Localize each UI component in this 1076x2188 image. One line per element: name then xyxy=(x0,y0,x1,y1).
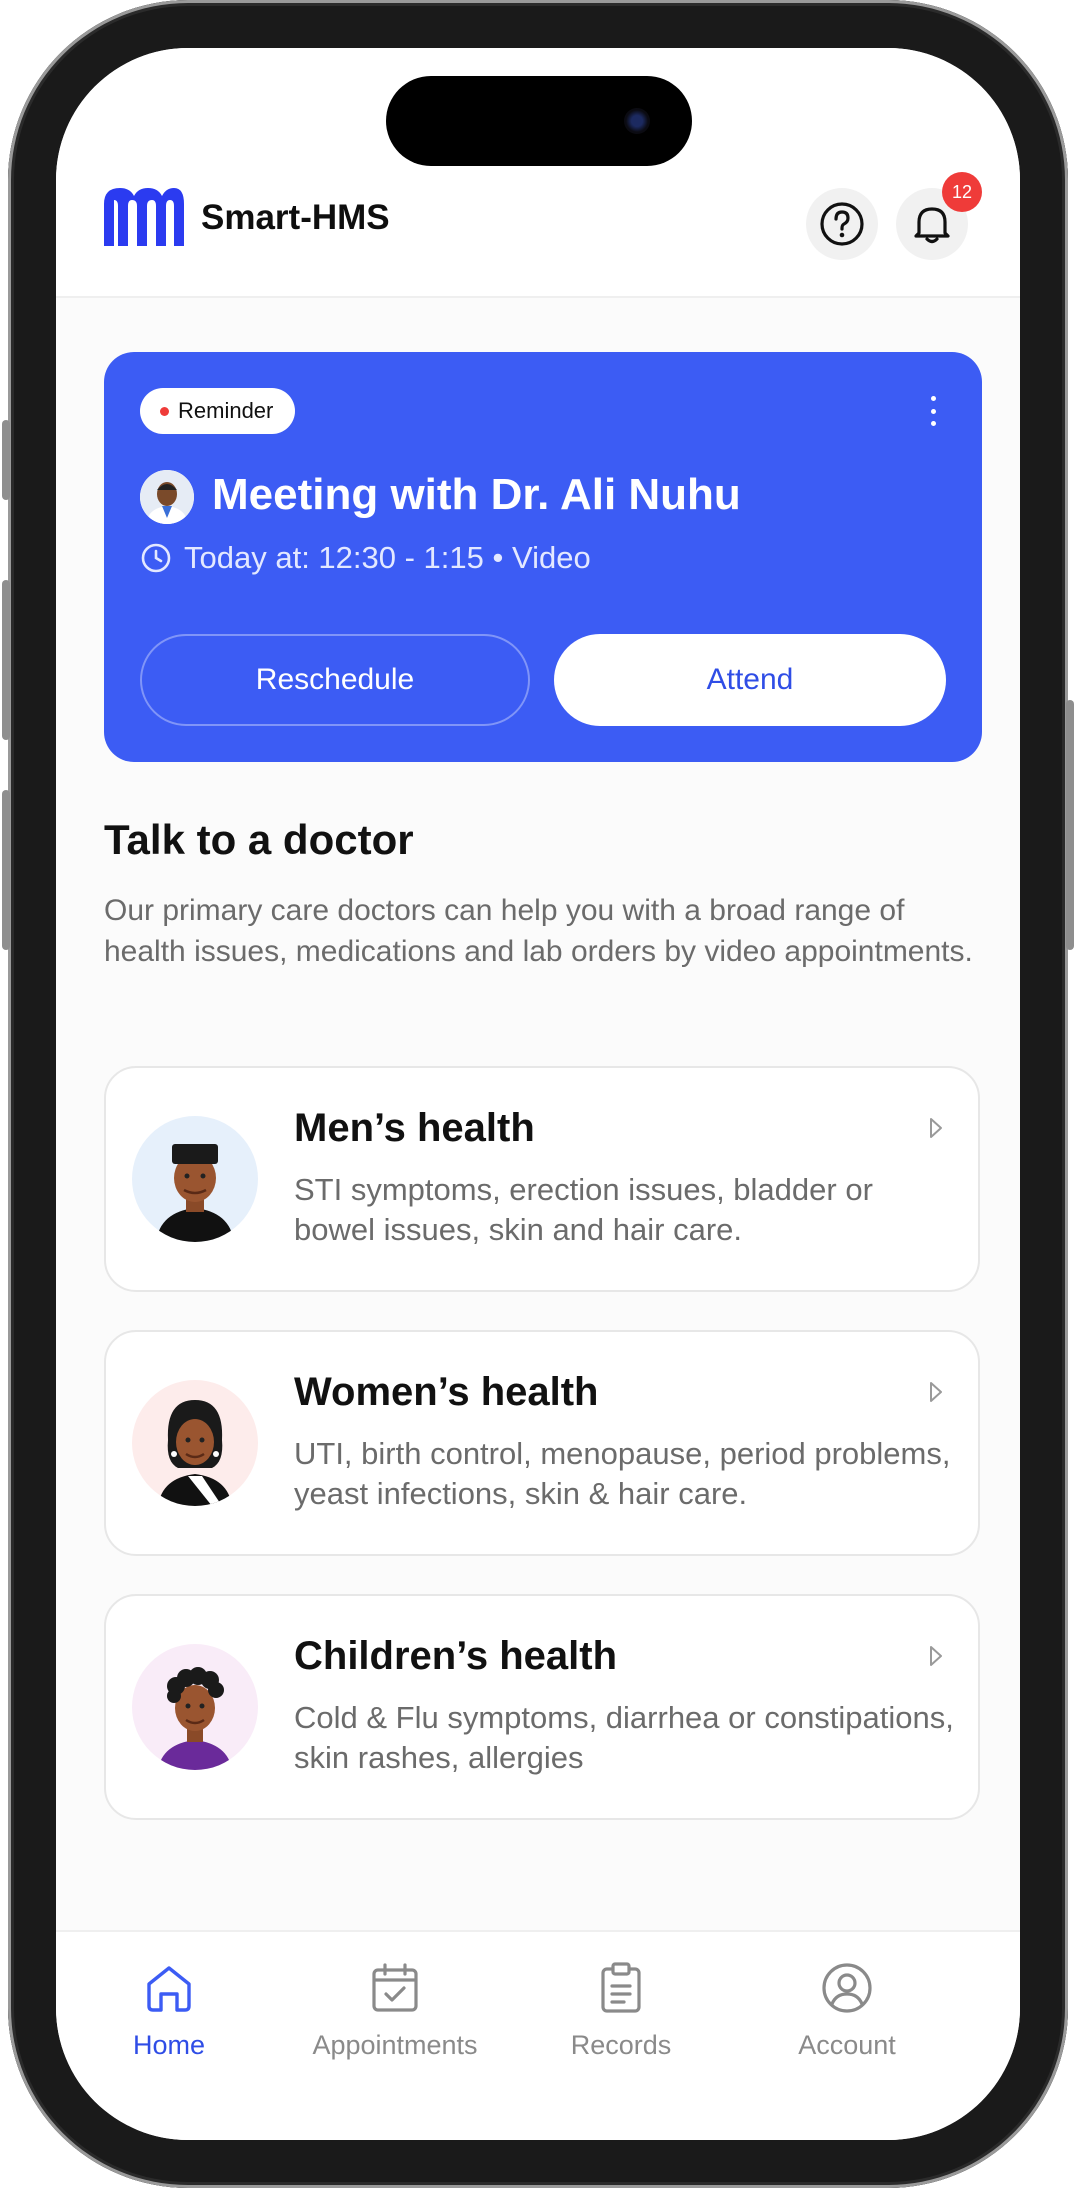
reminder-dot xyxy=(160,407,169,416)
nav-label: Appointments xyxy=(312,2030,478,2060)
reschedule-button[interactable]: Reschedule xyxy=(140,634,530,726)
category-description: Cold & Flu symptoms, diarrhea or constip… xyxy=(294,1700,954,1775)
calendar-check-icon xyxy=(372,1963,418,2012)
nav-label: Records xyxy=(570,2030,672,2060)
more-options-icon[interactable] xyxy=(928,396,938,426)
chevron-right-icon xyxy=(930,1118,942,1138)
help-circle-icon xyxy=(820,202,864,246)
power-button xyxy=(1066,700,1074,950)
reminder-label: Reminder xyxy=(178,398,274,423)
home-icon xyxy=(147,1966,191,2012)
category-card-womens-health[interactable]: Women’s health UTI, birth control, menop… xyxy=(104,1330,980,1556)
logo-icon xyxy=(104,188,184,246)
chevron-right-icon xyxy=(930,1646,942,1666)
clipboard-icon xyxy=(601,1962,641,2013)
section-title: Talk to a doctor xyxy=(104,816,414,863)
nav-label: Home xyxy=(132,2030,206,2060)
attend-button[interactable]: Attend xyxy=(554,634,946,726)
childrens-health-avatar xyxy=(132,1644,258,1770)
category-description: STI symptoms, erection issues, bladder o… xyxy=(294,1172,873,1247)
screen: Smart-HMS 12 Reminder Meeting with Dr. A… xyxy=(56,48,1020,2140)
bell-icon xyxy=(914,207,950,244)
notification-badge: 12 xyxy=(942,172,982,212)
volume-up-button xyxy=(2,580,10,740)
section-description: Our primary care doctors can help you wi… xyxy=(104,894,973,968)
help-button[interactable] xyxy=(806,188,878,260)
user-circle-icon xyxy=(822,1963,872,2013)
category-description: UTI, birth control, menopause, period pr… xyxy=(294,1436,951,1511)
category-card-mens-health[interactable]: Men’s health STI symptoms, erection issu… xyxy=(104,1066,980,1292)
nav-home[interactable]: Home xyxy=(56,1960,282,2110)
mens-health-avatar xyxy=(132,1116,258,1242)
meeting-time: Today at: 12:30 - 1:15 • Video xyxy=(140,540,591,576)
nav-records[interactable]: Records xyxy=(508,1960,734,2110)
meeting-time-text: Today at: 12:30 - 1:15 • Video xyxy=(184,540,591,575)
action-button xyxy=(2,420,10,500)
nav-appointments[interactable]: Appointments xyxy=(282,1960,508,2110)
dynamic-island xyxy=(386,76,692,166)
app-name: Smart-HMS xyxy=(201,198,390,237)
volume-down-button xyxy=(2,790,10,950)
category-title: Men’s health xyxy=(294,1106,535,1150)
nav-label: Account xyxy=(798,2030,896,2060)
womens-health-avatar xyxy=(132,1380,258,1506)
reminder-pill: Reminder xyxy=(140,388,296,434)
category-card-childrens-health[interactable]: Children’s health Cold & Flu symptoms, d… xyxy=(104,1594,980,1820)
doctor-avatar xyxy=(140,470,194,524)
chevron-right-icon xyxy=(930,1382,942,1402)
clock-icon xyxy=(141,543,171,573)
reminder-card: Reminder Meeting with Dr. Ali Nuhu Today… xyxy=(104,352,982,762)
category-title: Women’s health xyxy=(294,1370,599,1414)
bottom-nav: Home Appointments Records Account xyxy=(56,1930,1020,2140)
meeting-title: Meeting with Dr. Ali Nuhu xyxy=(212,470,741,519)
category-title: Children’s health xyxy=(294,1634,618,1678)
nav-account[interactable]: Account xyxy=(734,1960,960,2110)
